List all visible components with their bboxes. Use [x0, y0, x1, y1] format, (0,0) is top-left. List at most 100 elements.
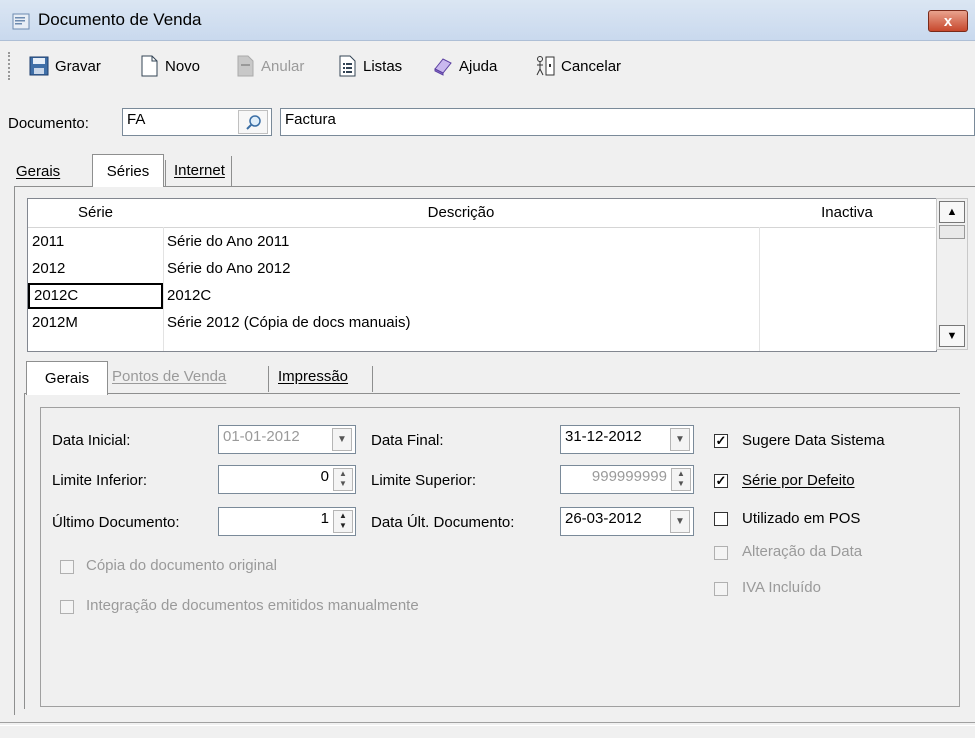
limite-inferior-field[interactable]: 0 ▲ ▼: [218, 465, 356, 494]
tab-divider: [268, 366, 269, 392]
ajuda-label: Ajuda: [459, 57, 498, 75]
subtab-pontos-de-venda[interactable]: Pontos de Venda: [112, 368, 226, 385]
exit-door-icon: [536, 56, 555, 76]
subtab-gerais[interactable]: Gerais: [26, 361, 108, 395]
ultimo-documento-label: Último Documento:: [52, 514, 180, 531]
data-inicial-label: Data Inicial:: [52, 432, 131, 449]
search-icon: [246, 115, 261, 130]
chevron-down-icon[interactable]: ▼: [670, 510, 690, 533]
integracao-documentos-label: Integração de documentos emitidos manual…: [86, 597, 419, 614]
spinner-icon[interactable]: ▲ ▼: [333, 510, 353, 533]
cell-serie: 2012M: [32, 314, 78, 331]
grid-header-serie[interactable]: Série: [28, 199, 164, 228]
cell-descricao: Série do Ano 2012: [167, 260, 291, 277]
data-inicial-field[interactable]: 01-01-2012 ▼: [218, 425, 356, 454]
cell-serie: 2011: [32, 233, 65, 250]
table-row-selected[interactable]: 2012C 2012C: [28, 283, 934, 309]
tab-divider: [372, 366, 373, 392]
sugere-data-sistema-checkbox[interactable]: ✓: [714, 434, 728, 448]
anular-button[interactable]: Anular: [234, 52, 304, 80]
cancelar-button[interactable]: Cancelar: [534, 52, 621, 80]
data-ult-documento-label: Data Últ. Documento:: [371, 514, 515, 531]
tab-internet[interactable]: Internet: [168, 156, 232, 186]
novo-label: Novo: [165, 57, 201, 75]
iva-incluido-label: IVA Incluído: [742, 579, 821, 596]
table-row[interactable]: 2012 Série do Ano 2012: [28, 256, 934, 282]
grid-scrollbar[interactable]: ▲ ▼: [936, 198, 968, 350]
chevron-down-icon[interactable]: ▼: [332, 428, 352, 451]
data-inicial-value: 01-01-2012: [223, 428, 300, 445]
new-document-icon: [141, 55, 158, 77]
anular-label: Anular: [261, 57, 305, 75]
tab-series[interactable]: Séries: [92, 154, 164, 188]
serie-por-defeito-label: Série por Defeito: [742, 472, 855, 489]
documento-description-value: Factura: [285, 111, 336, 128]
subtab-page-border: [24, 393, 25, 709]
cell-serie: 2012: [32, 260, 66, 277]
gravar-button[interactable]: Gravar: [28, 52, 101, 80]
status-divider: [0, 722, 975, 726]
close-button[interactable]: x: [928, 10, 968, 32]
novo-button[interactable]: Novo: [138, 52, 200, 80]
list-icon: [339, 55, 356, 77]
cell-descricao: 2012C: [167, 287, 212, 304]
scroll-down-arrow-icon[interactable]: ▼: [939, 325, 965, 347]
grid-header-inactiva[interactable]: Inactiva: [759, 199, 935, 228]
series-grid[interactable]: Série Descrição Inactiva 2011 Série do A…: [27, 198, 937, 352]
data-final-label: Data Final:: [371, 432, 444, 449]
window-title: Documento de Venda: [38, 10, 202, 29]
chevron-down-icon[interactable]: ▼: [670, 428, 690, 451]
listas-label: Listas: [363, 57, 403, 75]
serie-por-defeito-checkbox[interactable]: ✓: [714, 474, 728, 488]
copia-documento-original-checkbox[interactable]: [60, 560, 74, 574]
cell-serie-focused: 2012C: [28, 283, 163, 309]
data-ult-documento-field[interactable]: 26-03-2012 ▼: [560, 507, 694, 536]
integracao-documentos-checkbox[interactable]: [60, 600, 74, 614]
documento-code-value: FA: [127, 111, 146, 128]
listas-button[interactable]: Listas: [336, 52, 402, 80]
iva-incluido-checkbox[interactable]: [714, 582, 728, 596]
data-ult-documento-value: 26-03-2012: [565, 510, 642, 527]
limite-superior-field[interactable]: 999999999 ▲ ▼: [560, 465, 694, 494]
data-final-value: 31-12-2012: [565, 428, 642, 445]
spinner-icon[interactable]: ▲ ▼: [671, 468, 691, 491]
alteracao-da-data-checkbox[interactable]: [714, 546, 728, 560]
grid-header-descricao[interactable]: Descrição: [163, 199, 760, 228]
limite-inferior-label: Limite Inferior:: [52, 472, 148, 489]
documento-label: Documento:: [8, 115, 89, 132]
limite-inferior-value: 0: [320, 468, 329, 485]
scroll-thumb[interactable]: [939, 225, 965, 239]
documento-description-field[interactable]: Factura: [280, 108, 975, 136]
alteracao-da-data-label: Alteração da Data: [742, 543, 863, 560]
table-row[interactable]: 2012M Série 2012 (Cópia de docs manuais): [28, 310, 934, 336]
gravar-label: Gravar: [55, 57, 101, 75]
subtab-impressao[interactable]: Impressão: [278, 368, 348, 385]
tab-gerais[interactable]: Gerais: [16, 163, 60, 180]
cell-descricao: Série 2012 (Cópia de docs manuais): [167, 314, 411, 331]
subtab-strip-line: [24, 393, 960, 394]
ultimo-documento-field[interactable]: 1 ▲ ▼: [218, 507, 356, 536]
data-final-field[interactable]: 31-12-2012 ▼: [560, 425, 694, 454]
scroll-up-arrow-icon[interactable]: ▲: [939, 201, 965, 223]
tab-divider: [165, 160, 166, 186]
cell-descricao: Série do Ano 2011: [167, 233, 290, 250]
toolbar: Gravar Novo Anular Listas Ajuda Cancelar: [0, 44, 975, 90]
toolbar-grip: [8, 52, 14, 80]
spinner-icon[interactable]: ▲ ▼: [333, 468, 353, 491]
document-app-icon: [12, 13, 30, 30]
utilizado-em-pos-label: Utilizado em POS: [742, 510, 861, 527]
ajuda-button[interactable]: Ajuda: [432, 52, 497, 80]
limite-superior-value: 999999999: [591, 468, 667, 485]
save-icon: [29, 56, 49, 76]
cancelar-label: Cancelar: [561, 57, 622, 75]
title-bar: Documento de Venda x: [0, 0, 975, 41]
sugere-data-sistema-label: Sugere Data Sistema: [742, 432, 885, 449]
search-button[interactable]: [238, 110, 268, 134]
help-book-icon: [434, 58, 452, 76]
limite-superior-label: Limite Superior:: [371, 472, 477, 489]
ultimo-documento-value: 1: [320, 510, 329, 527]
utilizado-em-pos-checkbox[interactable]: [714, 512, 728, 526]
table-row[interactable]: 2011 Série do Ano 2011: [28, 229, 934, 255]
cancel-document-icon: [237, 55, 254, 77]
copia-documento-original-label: Cópia do documento original: [86, 557, 277, 574]
